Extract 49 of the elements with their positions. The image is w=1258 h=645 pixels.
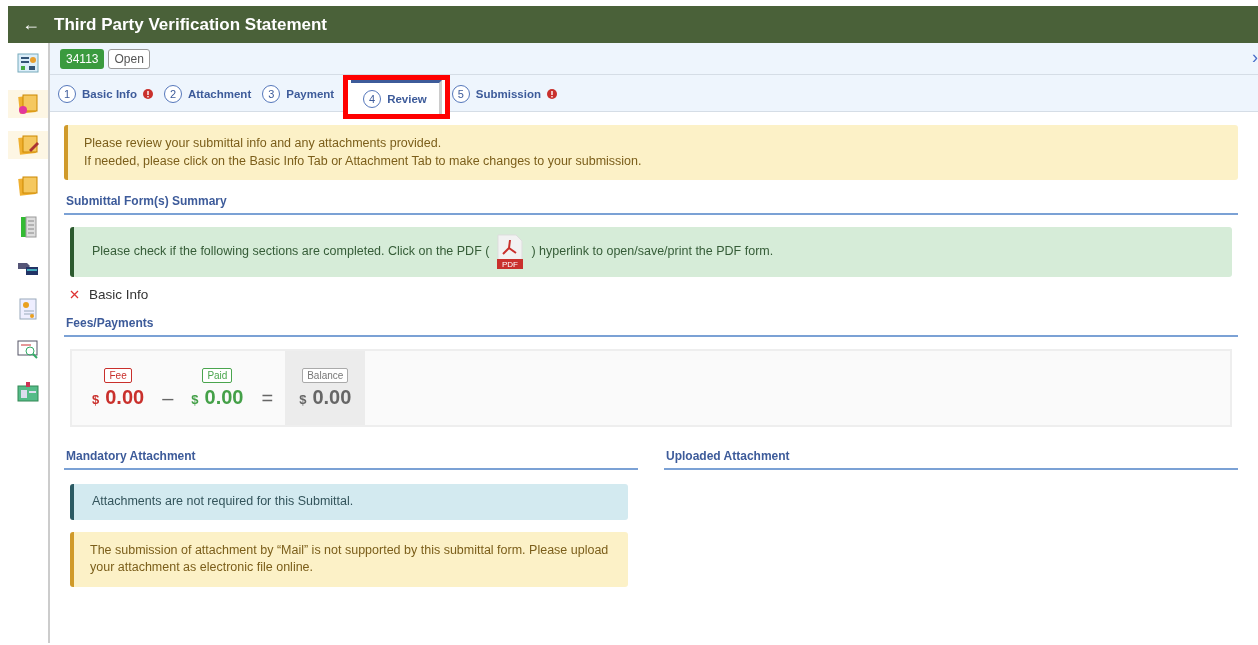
folder-icon[interactable]: [17, 175, 39, 197]
back-button[interactable]: ←: [22, 14, 40, 35]
notice-text: Please review your submittal info and any attachments provided.: [84, 135, 443, 152]
section-heading: Fees/Payments: [64, 316, 1238, 337]
instruction-text: Please check if the following sections are completed. Click on the PDF (: [92, 243, 490, 261]
tab-label: Submission: [475, 88, 541, 100]
info-alert: Attachments are not required for this Submittal.: [70, 484, 628, 520]
section-name: Basic Info: [89, 287, 149, 302]
fee-label: Paid: [202, 367, 233, 383]
section-heading: Mandatory Attachment: [64, 449, 638, 470]
edit-document-icon[interactable]: [17, 134, 39, 156]
record-id-badge: 34113: [60, 48, 105, 69]
tab[interactable]: 1 Basic Info: [56, 77, 162, 111]
dashboard-icon[interactable]: [17, 52, 39, 74]
folder-icon[interactable]: [17, 93, 39, 115]
equals-sign: =: [261, 386, 274, 410]
currency-sign: $: [299, 391, 307, 407]
tab[interactable]: 5 Submission: [449, 77, 566, 111]
status-badge: Open: [108, 48, 150, 69]
id-badge-icon[interactable]: [17, 380, 39, 402]
currency-sign: $: [92, 391, 100, 407]
tab-label: Payment: [286, 88, 335, 100]
tab-label: Attachment: [187, 88, 252, 100]
notice-text: If needed, please click on the Basic Info Tab or Attachment Tab to make changes to your submission.: [84, 152, 643, 170]
tab[interactable]: 4 Review: [351, 80, 442, 114]
step-number: 2: [163, 85, 182, 103]
instruction-text: ) hyperlink to open/save/print the PDF form.: [531, 243, 774, 261]
tab-label: Review: [387, 92, 427, 105]
certificate-icon[interactable]: [17, 298, 39, 320]
section-heading: Submittal Form(s) Summary: [64, 194, 1238, 215]
expand-button[interactable]: ›: [1252, 47, 1258, 68]
warning-alert: The submission of attachment by “Mail” is not supported by this submittal form. Please upload your attachment as electronic file online.: [70, 531, 628, 587]
tab[interactable]: 3 Payment: [260, 77, 344, 111]
amount: 0.00: [312, 385, 352, 409]
section-heading: Uploaded Attachment: [664, 449, 1238, 470]
tab[interactable]: 2 Attachment: [161, 77, 261, 111]
step-number: 4: [363, 89, 382, 108]
amount: 0.00: [204, 385, 244, 409]
currency-sign: $: [191, 391, 199, 407]
fee-label: Fee: [104, 367, 132, 383]
minus-sign: –: [162, 386, 174, 410]
fee-label: Balance: [302, 367, 349, 383]
page-title: Third Party Verification Statement: [54, 14, 327, 35]
tab-label: Basic Info: [82, 88, 137, 100]
step-number: 1: [58, 85, 76, 103]
step-number: 3: [262, 85, 281, 103]
monitor-search-icon[interactable]: [17, 339, 39, 361]
amount: 0.00: [105, 385, 145, 409]
step-number: 5: [451, 85, 470, 103]
